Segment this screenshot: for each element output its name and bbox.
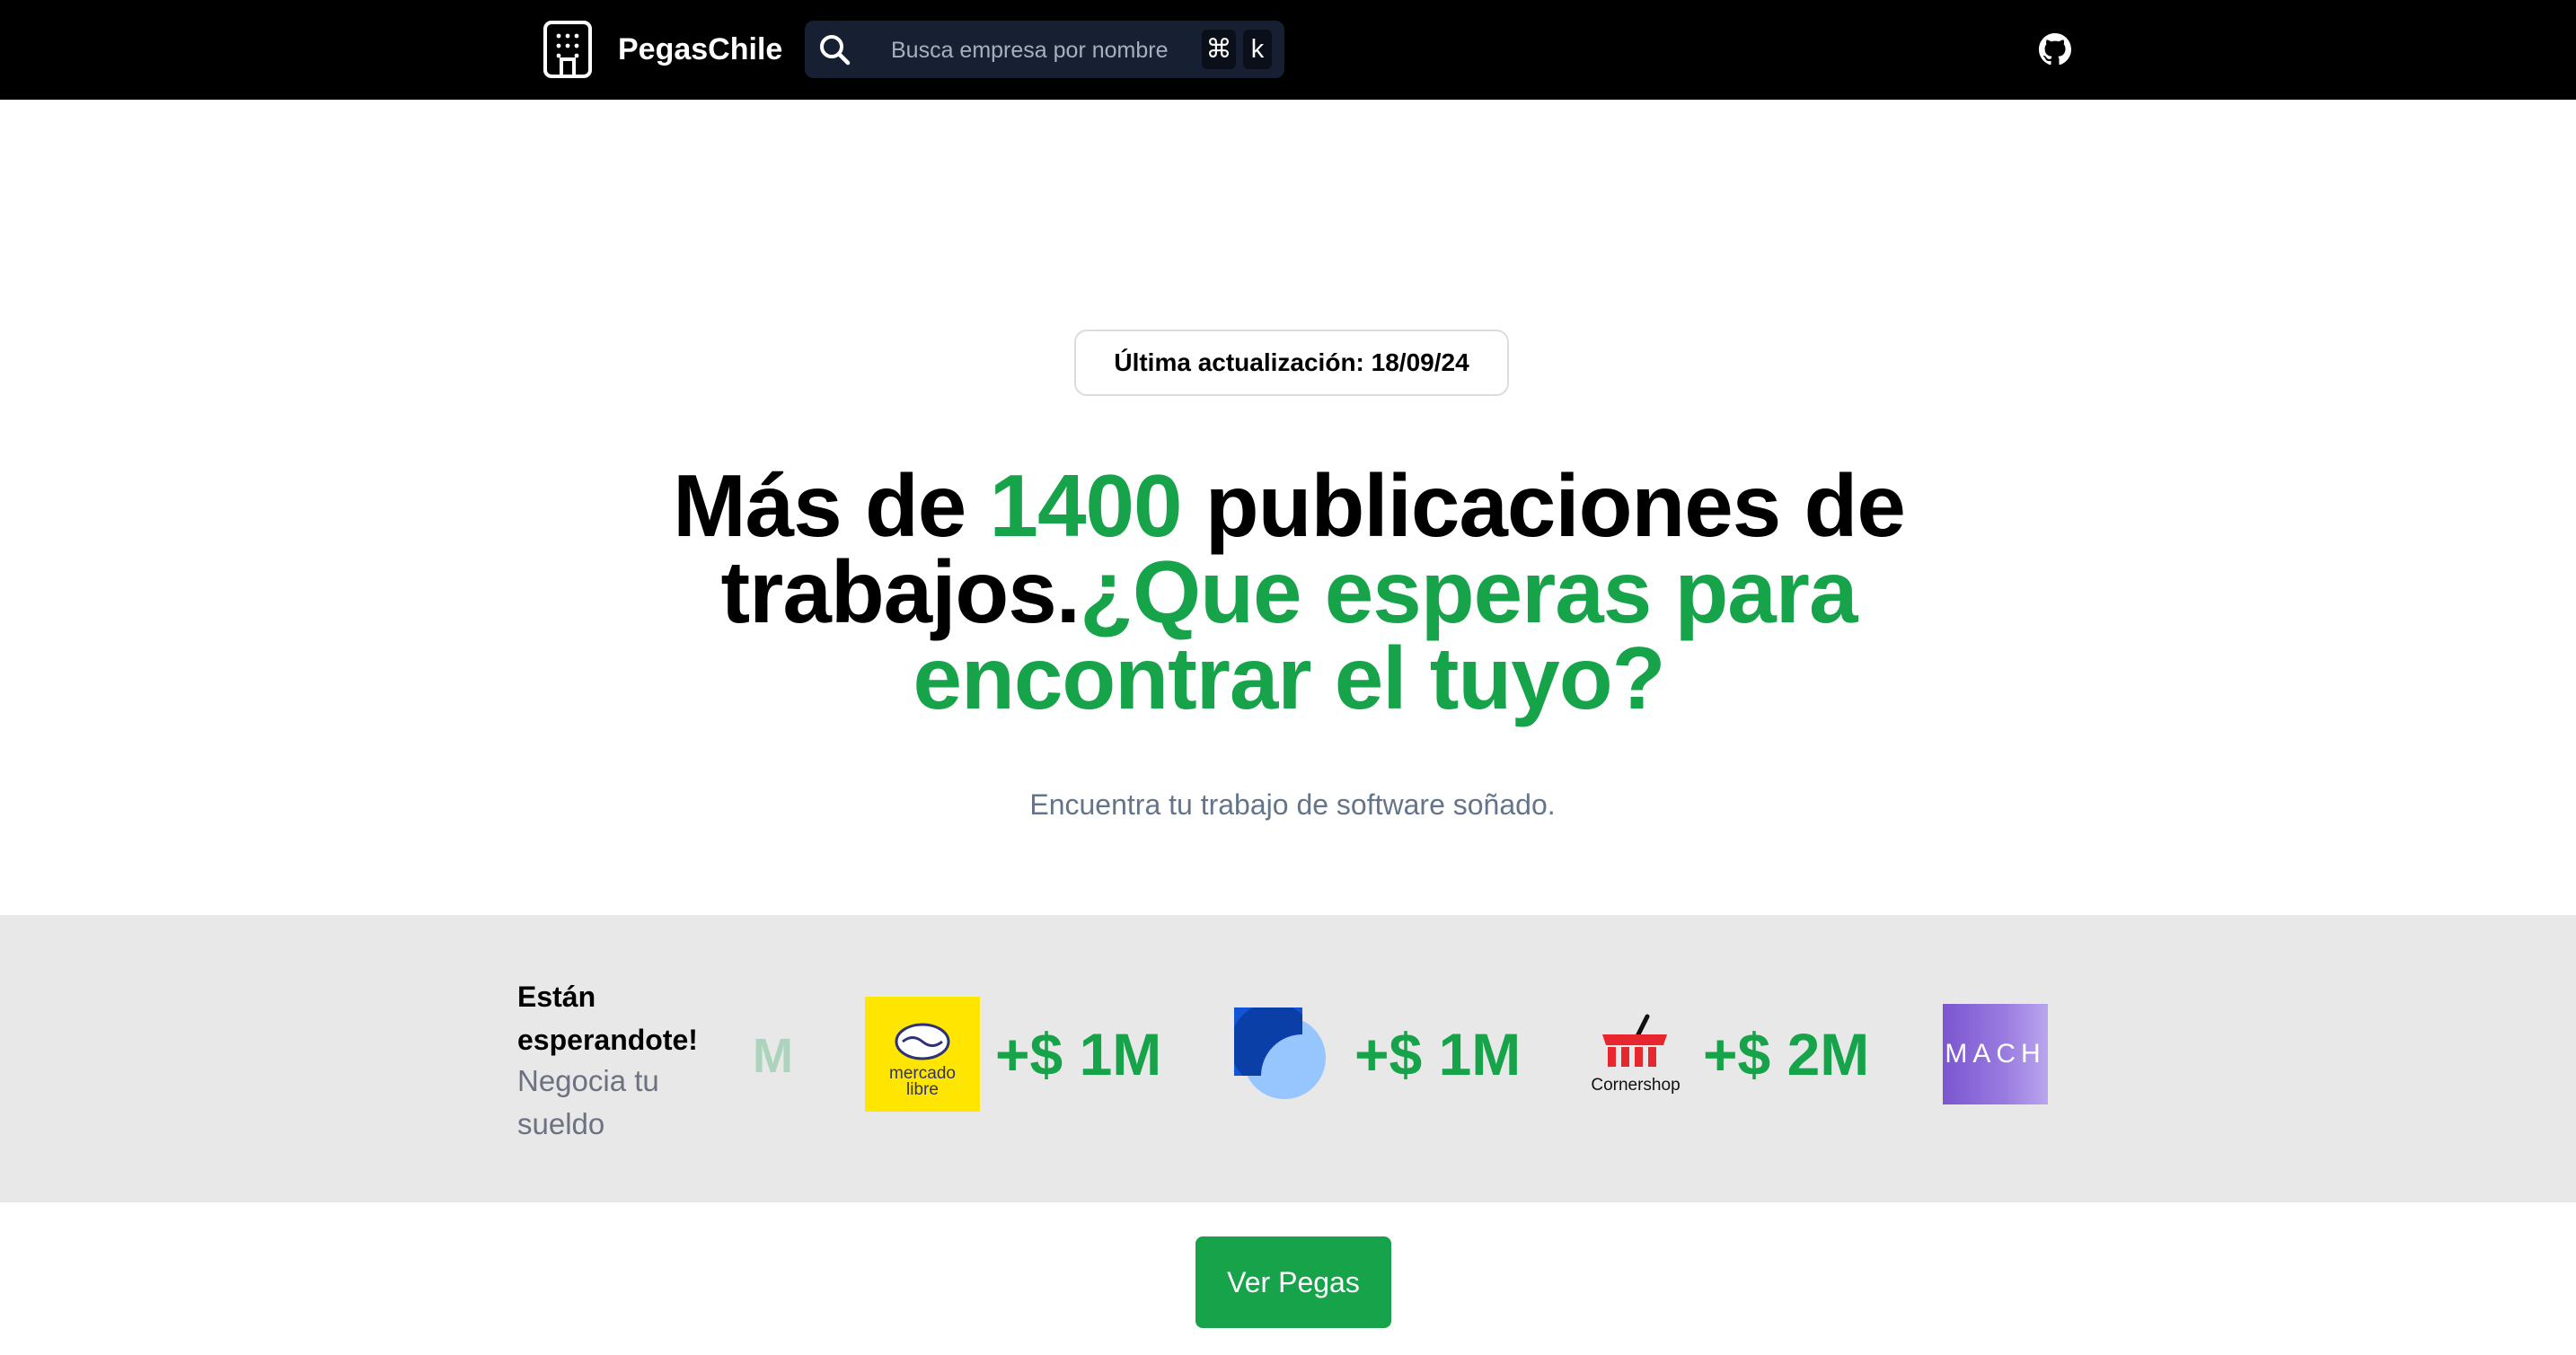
github-icon[interactable] (2039, 33, 2071, 66)
company-search-box[interactable]: Busca empresa por nombre ⌘ k (805, 21, 1284, 78)
shortcut-k-key: k (1243, 30, 1272, 69)
top-navbar: PegasChile Busca empresa por nombre ⌘ k (0, 0, 2576, 100)
job-count: 1400 (989, 456, 1183, 555)
mercado-libre-text-2: libre (906, 1080, 939, 1099)
band-title: Están esperandote! (517, 981, 698, 1056)
mach-logo[interactable]: MACH (1943, 1004, 2048, 1104)
faded-salary-fragment: M (753, 1029, 793, 1083)
building-icon[interactable] (543, 20, 593, 79)
last-update-badge: Última actualización: 18/09/24 (1074, 330, 1509, 396)
salary-amount: +$ 2M (1703, 1021, 1870, 1087)
search-input[interactable]: Busca empresa por nombre (891, 37, 1168, 64)
hero-headline: Más de 1400 publicaciones de trabajos.¿Q… (539, 462, 2039, 722)
salary-amount: +$ 1M (995, 1021, 1162, 1087)
blue-shapes-logo[interactable] (1234, 1007, 1328, 1101)
shortcut-cmd-key: ⌘ (1202, 30, 1236, 69)
cornershop-logo-text: Cornershop (1591, 1076, 1680, 1095)
mercado-libre-logo[interactable]: mercado libre (865, 997, 980, 1112)
hero-subtitle: Encuentra tu trabajo de software soñado. (1029, 788, 1556, 821)
band-subtitle: Negocia tu sueldo (517, 1064, 659, 1140)
cornershop-logo[interactable]: Cornershop (1577, 1011, 1694, 1097)
brand-name[interactable]: PegasChile (618, 29, 782, 70)
search-icon (820, 35, 851, 66)
ver-pegas-button[interactable]: Ver Pegas (1195, 1236, 1391, 1328)
salary-amount: +$ 1M (1354, 1021, 1522, 1087)
headline-part1: Más de (673, 456, 990, 555)
